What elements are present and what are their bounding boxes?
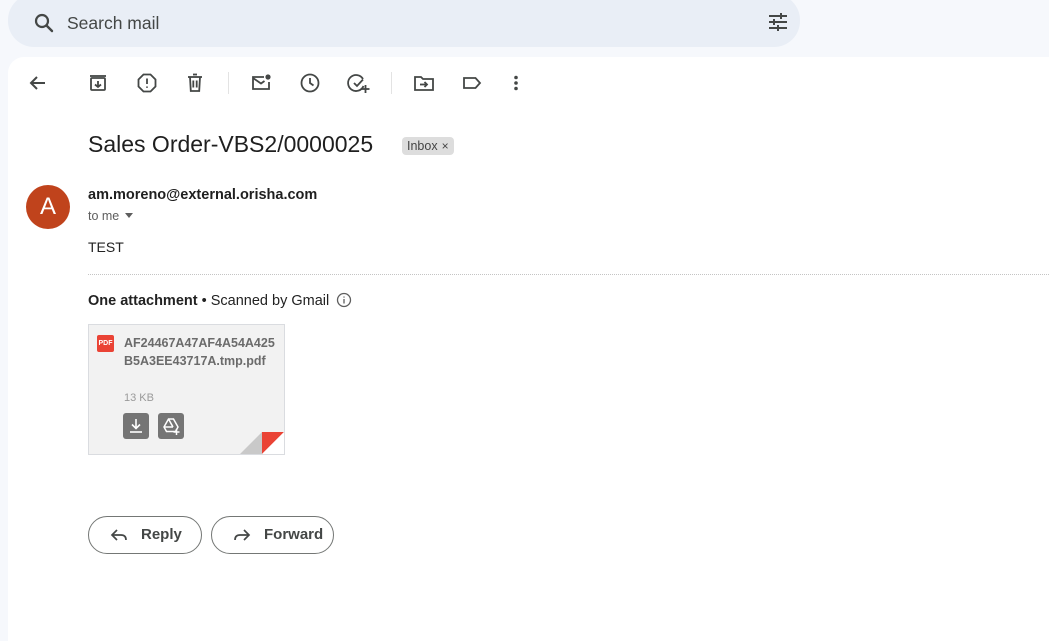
reply-button[interactable]: Reply [88, 516, 202, 554]
add-to-drive-icon [163, 418, 180, 435]
search-icon[interactable] [32, 11, 56, 35]
add-to-drive-button[interactable] [158, 413, 184, 439]
message-view: Sales Order-VBS2/0000025 Inbox × A am.mor… [8, 57, 1049, 641]
attachment-count: One attachment [88, 293, 198, 309]
toolbar-divider [228, 72, 229, 94]
attachment-file-name: AF24467A47AF4A54A425B5A3EE43717A.tmp.pdf [124, 336, 275, 368]
inbox-label-chip[interactable]: Inbox × [402, 137, 454, 155]
attachment-summary: One attachment • Scanned by Gmail [88, 292, 352, 312]
report-spam-icon[interactable] [135, 71, 159, 95]
email-subject: Sales Order-VBS2/0000025 [88, 131, 374, 157]
archive-icon[interactable] [86, 71, 110, 95]
add-to-tasks-icon[interactable] [346, 71, 370, 95]
pdf-icon: PDF [97, 335, 114, 352]
attachment-divider [88, 274, 1049, 275]
attachment-file-size: 13 KB [124, 392, 154, 404]
scan-note: • Scanned by Gmail [201, 293, 330, 309]
forward-icon [234, 529, 251, 541]
toolbar-divider [391, 72, 392, 94]
attachment-card[interactable]: PDF AF24467A47AF4A54A425B5A3EE43717A.tmp… [88, 324, 285, 455]
label-icon[interactable] [460, 71, 484, 95]
back-arrow-icon[interactable] [26, 71, 50, 95]
delete-icon[interactable] [183, 71, 207, 95]
remove-label-icon[interactable]: × [442, 139, 449, 153]
more-options-icon[interactable] [504, 71, 528, 95]
move-to-icon[interactable] [412, 71, 436, 95]
download-button[interactable] [123, 413, 149, 439]
recipient-text: to me [88, 209, 120, 223]
mark-unread-icon[interactable] [249, 71, 273, 95]
search-bar[interactable] [8, 0, 800, 47]
search-input[interactable] [65, 9, 669, 37]
snooze-icon[interactable] [298, 71, 322, 95]
sender-email[interactable]: am.moreno@external.orisha.com [88, 187, 317, 203]
search-options-icon[interactable] [766, 10, 790, 34]
info-icon[interactable] [336, 292, 352, 312]
sender-avatar[interactable]: A [26, 185, 70, 229]
recipient-details[interactable]: to me [88, 209, 134, 223]
reply-icon [110, 529, 127, 541]
forward-label: Forward [264, 526, 324, 543]
inbox-label-text: Inbox [407, 139, 438, 153]
chevron-down-icon[interactable] [125, 213, 134, 218]
email-body: TEST [88, 239, 124, 255]
forward-button[interactable]: Forward [211, 516, 334, 554]
download-icon [130, 419, 142, 433]
page-fold-corner [240, 432, 284, 454]
reply-label: Reply [141, 526, 182, 543]
